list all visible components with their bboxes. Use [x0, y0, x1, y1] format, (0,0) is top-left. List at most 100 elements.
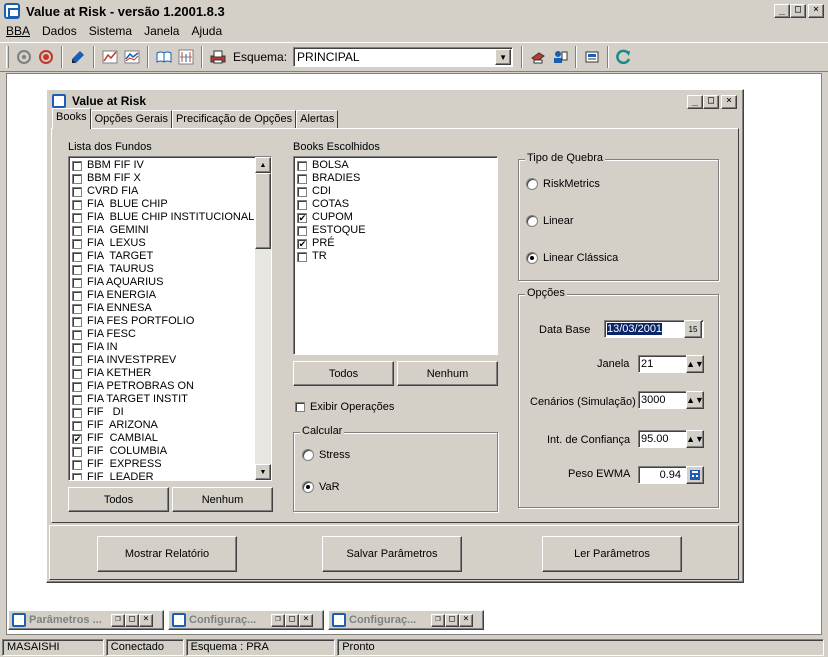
funds-item[interactable]: FIA LEXUS [69, 237, 255, 250]
funds-item[interactable]: FIA ENERGIA [69, 289, 255, 302]
cenarios-spinner-icon[interactable]: ▲▼ [686, 391, 704, 409]
radio-stress[interactable]: Stress [302, 449, 350, 461]
funds-item-checkbox[interactable] [72, 446, 82, 457]
scroll-up-icon[interactable]: ▲ [255, 157, 271, 173]
book-icon[interactable] [153, 46, 175, 68]
close-icon[interactable]: × [299, 613, 313, 627]
radio-riskmetrics-dot[interactable] [526, 178, 538, 190]
funds-item-checkbox[interactable] [72, 212, 82, 223]
books-item[interactable]: BOLSA [294, 159, 497, 172]
funds-item-checkbox[interactable] [72, 472, 82, 480]
app-titlebar[interactable]: Value at Risk - versão 1.2001.8.3 _ □ × [0, 0, 828, 22]
funds-item-checkbox[interactable] [72, 238, 82, 249]
radio-linear-dot[interactable] [526, 215, 538, 227]
funds-item[interactable]: BBM FIF X [69, 172, 255, 185]
load-parameters-button[interactable]: Ler Parâmetros [542, 536, 682, 572]
books-item-checkbox[interactable] [297, 212, 307, 223]
funds-item-checkbox[interactable] [72, 355, 82, 366]
menu-bba[interactable]: BBA [6, 24, 30, 38]
funds-item[interactable]: FIA FES PORTFOLIO [69, 315, 255, 328]
radio-var[interactable]: VaR [302, 481, 340, 493]
funds-item[interactable]: CVRD FIA [69, 185, 255, 198]
calculator-icon[interactable] [686, 466, 704, 484]
books-item[interactable]: BRADIES [294, 172, 497, 185]
books-listbox[interactable]: BOLSABRADIESCDICOTASCUPOMESTOQUEPRÉTR [293, 156, 498, 355]
funds-item-checkbox[interactable] [72, 407, 82, 418]
funds-all-button[interactable]: Todos [68, 487, 169, 512]
radio-linear[interactable]: Linear [526, 215, 574, 227]
tab-alertas[interactable]: Alertas [296, 110, 339, 129]
books-item[interactable]: CUPOM [294, 211, 497, 224]
printer-icon[interactable] [207, 46, 229, 68]
maximize-icon[interactable]: □ [285, 613, 299, 627]
funds-item[interactable]: FIA FESC [69, 328, 255, 341]
funds-item-checkbox[interactable] [72, 368, 82, 379]
books-item[interactable]: COTAS [294, 198, 497, 211]
funds-item[interactable]: FIF LEADER [69, 471, 255, 480]
restore-icon[interactable]: ❐ [431, 613, 445, 627]
minimized-window-parametros[interactable]: Parâmetros ... ❐ □ × [8, 610, 164, 630]
minimize-button[interactable]: _ [774, 4, 790, 18]
tab-precificacao-opcoes[interactable]: Precificação de Opções [171, 110, 297, 129]
funds-item-checkbox[interactable] [72, 173, 82, 184]
funds-item-checkbox[interactable] [72, 342, 82, 353]
restore-icon[interactable]: ❐ [271, 613, 285, 627]
funds-scrollbar[interactable]: ▲ ▼ [255, 157, 271, 480]
funds-item-checkbox[interactable] [72, 160, 82, 171]
funds-item[interactable]: FIA INVESTPREV [69, 354, 255, 367]
books-item-checkbox[interactable] [297, 199, 307, 210]
child-maximize-button[interactable]: □ [703, 95, 719, 109]
restore-icon[interactable]: ❐ [111, 613, 125, 627]
funds-item-checkbox[interactable] [72, 420, 82, 431]
edit-icon[interactable] [67, 46, 89, 68]
menu-ajuda[interactable]: Ajuda [191, 24, 222, 38]
funds-item[interactable]: FIF COLUMBIA [69, 445, 255, 458]
radio-linear-classica-dot[interactable] [526, 252, 538, 264]
show-report-button[interactable]: Mostrar Relatório [97, 536, 237, 572]
scroll-down-icon[interactable]: ▼ [255, 464, 271, 480]
maximize-icon[interactable]: □ [445, 613, 459, 627]
books-item-checkbox[interactable] [297, 238, 307, 249]
funds-item-checkbox[interactable] [72, 459, 82, 470]
funds-item[interactable]: FIA IN [69, 341, 255, 354]
tab-opcoes-gerais[interactable]: Opções Gerais [90, 110, 172, 129]
funds-item-checkbox[interactable] [72, 225, 82, 236]
funds-item[interactable]: FIA KETHER [69, 367, 255, 380]
chevron-down-icon[interactable]: ▼ [495, 49, 512, 65]
funds-item-checkbox[interactable] [72, 394, 82, 405]
menu-dados[interactable]: Dados [42, 24, 77, 38]
maximize-icon[interactable]: □ [125, 613, 139, 627]
funds-item[interactable]: FIA PETROBRAS ON [69, 380, 255, 393]
funds-item[interactable]: FIA ENNESA [69, 302, 255, 315]
scroll-thumb[interactable] [255, 173, 271, 249]
funds-item-checkbox[interactable] [72, 303, 82, 314]
close-icon[interactable]: × [459, 613, 473, 627]
menu-janela[interactable]: Janela [144, 24, 179, 38]
books-item-checkbox[interactable] [297, 173, 307, 184]
books-all-button[interactable]: Todos [293, 361, 394, 386]
books-item-checkbox[interactable] [297, 186, 307, 197]
funds-item-checkbox[interactable] [72, 433, 82, 444]
funds-item[interactable]: FIF CAMBIAL [69, 432, 255, 445]
radio-var-dot[interactable] [302, 481, 314, 493]
close-button[interactable]: × [808, 4, 824, 18]
funds-item[interactable]: FIA GEMINI [69, 224, 255, 237]
funds-item[interactable]: FIA TARGET [69, 250, 255, 263]
calendar-icon[interactable]: 15 [684, 320, 702, 338]
chart-lines-icon[interactable] [121, 46, 143, 68]
funds-item-checkbox[interactable] [72, 381, 82, 392]
funds-item-checkbox[interactable] [72, 251, 82, 262]
users-icon[interactable] [549, 46, 571, 68]
minimized-window-configuracao-2[interactable]: Configuraç... ❐ □ × [328, 610, 484, 630]
show-operations-checkbox[interactable]: Exibir Operações [293, 401, 394, 413]
minimized-window-configuracao-1[interactable]: Configuraç... ❐ □ × [168, 610, 324, 630]
funds-item-checkbox[interactable] [72, 316, 82, 327]
funds-item-checkbox[interactable] [72, 264, 82, 275]
funds-none-button[interactable]: Nenhum [172, 487, 273, 512]
funds-item[interactable]: FIA TARGET INSTIT [69, 393, 255, 406]
chart-bars-icon[interactable] [99, 46, 121, 68]
books-item-checkbox[interactable] [297, 225, 307, 236]
schema-select[interactable]: PRINCIPAL ▼ [293, 47, 514, 67]
books-item-checkbox[interactable] [297, 160, 307, 171]
funds-item[interactable]: FIF EXPRESS [69, 458, 255, 471]
